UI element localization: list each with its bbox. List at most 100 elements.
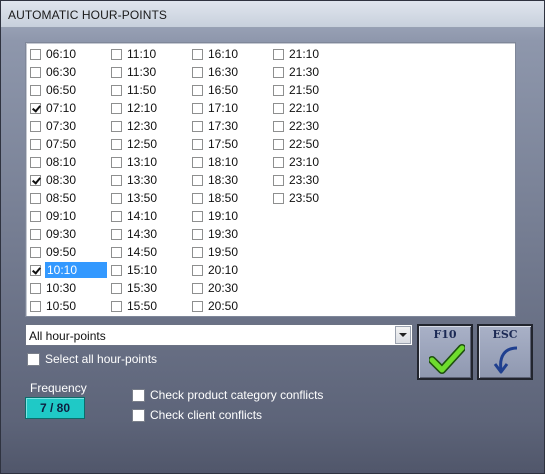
hour-point-item[interactable]: 14:10 [108,207,188,225]
product-conflicts-checkbox[interactable] [132,388,145,402]
hour-point-item[interactable]: 11:30 [108,63,188,81]
hour-point-checkbox[interactable] [273,156,284,168]
hour-point-checkbox[interactable] [192,210,203,222]
hour-point-checkbox[interactable] [30,102,41,114]
hour-point-item[interactable]: 13:10 [108,153,188,171]
hour-point-item[interactable]: 22:10 [270,99,350,117]
hour-point-item[interactable]: 06:10 [27,45,107,63]
hour-point-item[interactable]: 21:10 [270,45,350,63]
hour-point-checkbox[interactable] [30,138,41,150]
hour-point-item[interactable]: 13:50 [108,189,188,207]
hour-point-checkbox[interactable] [273,48,284,60]
hour-point-checkbox[interactable] [273,138,284,150]
hour-point-item[interactable]: 08:30 [27,171,107,189]
hour-point-item[interactable]: 10:30 [27,279,107,297]
hour-point-item[interactable]: 13:30 [108,171,188,189]
hour-point-item[interactable]: 23:10 [270,153,350,171]
client-conflicts-checkbox[interactable] [132,408,145,422]
hour-point-checkbox[interactable] [192,102,203,114]
hour-point-checkbox[interactable] [30,300,41,312]
hour-point-checkbox[interactable] [111,156,122,168]
hour-point-checkbox[interactable] [111,246,122,258]
hour-point-item[interactable]: 14:30 [108,225,188,243]
hour-point-checkbox[interactable] [273,120,284,132]
hour-point-checkbox[interactable] [273,174,284,186]
hour-point-item[interactable]: 06:30 [27,63,107,81]
hour-point-item[interactable]: 18:10 [189,153,269,171]
hour-point-checkbox[interactable] [30,228,41,240]
hour-point-item[interactable]: 09:50 [27,243,107,261]
hour-point-checkbox[interactable] [30,84,41,96]
hour-points-filter-select[interactable]: All hour-points [25,324,413,346]
hour-point-checkbox[interactable] [192,174,203,186]
hour-point-checkbox[interactable] [30,210,41,222]
hour-point-checkbox[interactable] [111,282,122,294]
hour-point-item[interactable]: 18:30 [189,171,269,189]
hour-point-item[interactable]: 22:50 [270,135,350,153]
hour-point-checkbox[interactable] [30,66,41,78]
hour-point-checkbox[interactable] [111,84,122,96]
hour-point-item[interactable]: 07:30 [27,117,107,135]
hour-point-item[interactable]: 19:50 [189,243,269,261]
hour-point-item[interactable]: 08:10 [27,153,107,171]
select-all-row[interactable]: Select all hour-points [27,352,157,366]
hour-point-item[interactable]: 18:50 [189,189,269,207]
hour-point-checkbox[interactable] [111,300,122,312]
hour-point-item[interactable]: 10:10 [27,261,107,279]
hour-point-checkbox[interactable] [273,66,284,78]
hour-point-item[interactable]: 07:10 [27,99,107,117]
hour-point-checkbox[interactable] [192,84,203,96]
hour-point-checkbox[interactable] [273,84,284,96]
hour-point-checkbox[interactable] [192,120,203,132]
hour-point-item[interactable]: 23:30 [270,171,350,189]
hour-point-checkbox[interactable] [30,246,41,258]
hour-point-item[interactable]: 14:50 [108,243,188,261]
product-conflicts-row[interactable]: Check product category conflicts [132,388,323,402]
hour-point-item[interactable]: 16:30 [189,63,269,81]
hour-point-item[interactable]: 09:30 [27,225,107,243]
hour-point-checkbox[interactable] [192,192,203,204]
hour-point-checkbox[interactable] [30,156,41,168]
hour-point-checkbox[interactable] [111,48,122,60]
cancel-button[interactable]: ESC [477,324,533,380]
dropdown-arrow-icon[interactable] [395,326,411,344]
hour-point-item[interactable]: 17:10 [189,99,269,117]
hour-point-checkbox[interactable] [30,192,41,204]
hour-point-checkbox[interactable] [30,282,41,294]
hour-point-item[interactable]: 22:30 [270,117,350,135]
hour-point-checkbox[interactable] [111,192,122,204]
hour-point-checkbox[interactable] [192,264,203,276]
hour-point-item[interactable]: 20:10 [189,261,269,279]
hour-point-item[interactable]: 23:50 [270,189,350,207]
hour-point-item[interactable]: 07:50 [27,135,107,153]
hour-point-checkbox[interactable] [111,210,122,222]
hour-point-checkbox[interactable] [192,138,203,150]
client-conflicts-row[interactable]: Check client conflicts [132,408,262,422]
hour-point-item[interactable]: 10:50 [27,297,107,315]
hour-point-checkbox[interactable] [192,66,203,78]
hour-point-item[interactable]: 16:10 [189,45,269,63]
hour-point-item[interactable]: 11:50 [108,81,188,99]
hour-point-checkbox[interactable] [192,300,203,312]
hour-point-checkbox[interactable] [30,48,41,60]
hour-point-checkbox[interactable] [111,264,122,276]
hour-point-item[interactable]: 19:30 [189,225,269,243]
hour-point-item[interactable]: 19:10 [189,207,269,225]
hour-point-checkbox[interactable] [111,120,122,132]
hour-point-checkbox[interactable] [273,102,284,114]
hour-point-checkbox[interactable] [30,120,41,132]
hour-point-checkbox[interactable] [111,138,122,150]
hour-point-checkbox[interactable] [192,228,203,240]
hour-point-checkbox[interactable] [273,192,284,204]
hour-point-checkbox[interactable] [111,174,122,186]
hour-point-item[interactable]: 12:30 [108,117,188,135]
hour-point-item[interactable]: 12:10 [108,99,188,117]
hour-point-item[interactable]: 16:50 [189,81,269,99]
hour-point-item[interactable]: 12:50 [108,135,188,153]
hour-point-checkbox[interactable] [111,66,122,78]
hour-point-item[interactable]: 08:50 [27,189,107,207]
hour-point-item[interactable]: 17:30 [189,117,269,135]
hour-point-item[interactable]: 21:30 [270,63,350,81]
hour-point-checkbox[interactable] [111,228,122,240]
hour-point-checkbox[interactable] [192,282,203,294]
